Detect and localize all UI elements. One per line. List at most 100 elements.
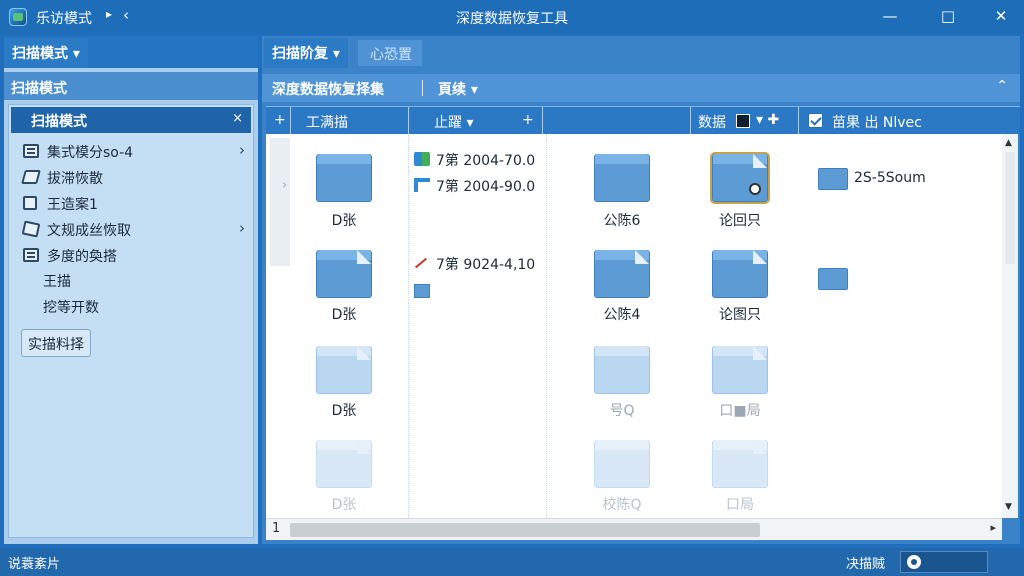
folder-icon[interactable]: [712, 346, 768, 394]
filter-icon[interactable]: [736, 114, 750, 128]
results-toolbar: 深度数据恢复择集 頁续 ▾ ⌃: [262, 74, 1020, 102]
select-all-checkbox[interactable]: [808, 113, 823, 128]
column-header-bar: + 工满描 止躍 ▾ + 数据 ▾ ✚ 苗果 出 Nlvec: [266, 106, 1020, 135]
scroll-thumb[interactable]: [290, 523, 760, 537]
chevron-right-icon[interactable]: ›: [239, 219, 245, 237]
selected-scan-mode[interactable]: 扫描模式 ×: [11, 107, 251, 133]
tree-item-4[interactable]: 多度的奐搭: [23, 245, 245, 267]
column-divider: [408, 107, 409, 135]
scroll-right-icon[interactable]: ▸: [990, 521, 996, 534]
column-header-scan[interactable]: 工满描: [306, 112, 348, 132]
status-label: 决描贼: [846, 557, 886, 572]
collapse-icon[interactable]: ⌃: [996, 78, 1008, 94]
folder-icon[interactable]: [594, 346, 650, 394]
right-pane: 扫描阶复 ▾ 心恐置 深度数据恢复择集 頁续 ▾ ⌃ + 工满描 止躍 ▾ + …: [262, 36, 1020, 544]
scroll-thumb[interactable]: [1005, 152, 1015, 264]
folder-icon: [818, 268, 848, 290]
column-guide: [546, 134, 547, 518]
tree-item-2[interactable]: 王造案1: [23, 193, 245, 215]
gem-icon: [21, 220, 41, 238]
folder-icon: [818, 168, 848, 190]
tree-item-label: 集式模分so-4: [47, 145, 134, 161]
folder-icon[interactable]: [712, 250, 768, 298]
tree-item-label: 多度的奐搭: [47, 249, 117, 265]
folder-label: D张: [331, 497, 357, 513]
folder-label: 论回只: [719, 213, 761, 229]
toolbar-title: 深度数据恢复择集: [272, 82, 384, 98]
folder-icon[interactable]: [710, 152, 770, 204]
folder-label: 论图只: [719, 307, 761, 323]
column-header-result[interactable]: 苗果 出 Nlvec: [832, 112, 922, 132]
toolbar-divider: [422, 80, 423, 96]
grid-icon: [23, 144, 39, 158]
tree-item-1[interactable]: 拔滞恢散: [21, 167, 245, 189]
folder-label: 口■局: [719, 403, 761, 419]
folder-label: 口局: [726, 497, 754, 513]
folder-icon[interactable]: [712, 440, 768, 488]
tree-subitem-0[interactable]: 王描: [43, 271, 71, 291]
tab-settings[interactable]: 心恐置: [364, 42, 418, 66]
scroll-down-icon[interactable]: ▼: [1005, 502, 1012, 512]
list-item-text: 7第 2004-70.0: [436, 153, 536, 169]
list-item-text: 7第 9024-4,10: [436, 257, 536, 273]
tree-item-label: 王造案1: [47, 197, 98, 213]
tree-item-label: 文规成丝恢取: [47, 223, 131, 239]
folder-icon[interactable]: [594, 440, 650, 488]
diamond-icon: [21, 170, 41, 184]
close-icon[interactable]: ×: [232, 111, 243, 126]
folder-icon: [414, 284, 430, 298]
view-dropdown-button[interactable]: 頁续 ▾: [438, 79, 478, 99]
title-bar: 乐访模式 ▸ ‹ 深度数据恢复工具 — □ ✕: [0, 0, 1024, 34]
tree-subitem-1[interactable]: 挖等开数: [43, 297, 99, 317]
folder-icon[interactable]: [316, 346, 372, 394]
list-item-text: 2S-5Soum: [854, 170, 926, 186]
status-toggle[interactable]: [900, 551, 988, 573]
column-header-sort[interactable]: 止躍 ▾: [434, 112, 473, 132]
results-grid: › D张 D张 D张 D张 7第 2004-70.0 7第 2004-90.0 …: [266, 134, 1002, 518]
folder-icon[interactable]: [316, 440, 372, 488]
tab-scan-recover[interactable]: 扫描阶复 ▾: [264, 38, 348, 68]
tree-item-label: 拔滞恢散: [47, 171, 103, 187]
scroll-up-icon[interactable]: ▲: [1005, 138, 1012, 148]
document-icon: [23, 196, 37, 210]
folder-icon[interactable]: [316, 250, 372, 298]
file-icon: [414, 178, 430, 192]
folder-label: 公陈4: [603, 307, 641, 323]
minimize-button[interactable]: —: [877, 4, 903, 28]
tree-item-0[interactable]: 集式模分so-4 ›: [23, 141, 245, 163]
status-bar: 说蓑紊片 决描贼: [0, 548, 1024, 576]
folder-label: D张: [331, 213, 357, 229]
left-tabbar: 扫描模式 ▾: [4, 36, 258, 68]
horizontal-scrollbar[interactable]: 1 ▸: [266, 518, 1002, 540]
pen-icon: [414, 257, 428, 269]
folder-icon[interactable]: [594, 250, 650, 298]
add-column-icon[interactable]: +: [522, 112, 534, 128]
column-guide: [408, 134, 409, 518]
file-icon: [414, 152, 430, 166]
grid-gutter: [270, 138, 290, 266]
chevron-right-icon[interactable]: ›: [239, 141, 245, 159]
status-text: 说蓑紊片: [8, 557, 61, 572]
column-options-icon[interactable]: ▾ ✚: [756, 112, 779, 128]
radio-icon[interactable]: [907, 555, 921, 569]
folder-icon[interactable]: [594, 154, 650, 202]
column-header-data[interactable]: 数据: [698, 112, 726, 132]
add-column-icon[interactable]: +: [274, 112, 286, 128]
folder-icon[interactable]: [316, 154, 372, 202]
column-divider: [290, 107, 291, 135]
chevron-right-icon[interactable]: ›: [282, 178, 287, 193]
close-button[interactable]: ✕: [988, 4, 1014, 28]
screen-icon: [23, 248, 39, 262]
tab-scan-mode[interactable]: 扫描模式 ▾: [4, 38, 88, 68]
folder-label: 号Q: [609, 403, 635, 419]
left-pane: 扫描模式 ▾ 扫描模式 扫描模式 × 集式模分so-4 › 拔滞恢散 王造案1 …: [4, 36, 258, 544]
column-divider: [542, 107, 543, 135]
column-divider: [798, 107, 799, 135]
column-divider: [690, 107, 691, 135]
start-scan-button[interactable]: 实描料择: [21, 329, 91, 357]
vertical-scrollbar[interactable]: ▲ ▼: [1002, 134, 1018, 518]
maximize-button[interactable]: □: [935, 4, 961, 28]
tree-item-3[interactable]: 文规成丝恢取 ›: [21, 219, 245, 241]
folder-label: D张: [331, 403, 357, 419]
badge-icon: [749, 183, 761, 195]
